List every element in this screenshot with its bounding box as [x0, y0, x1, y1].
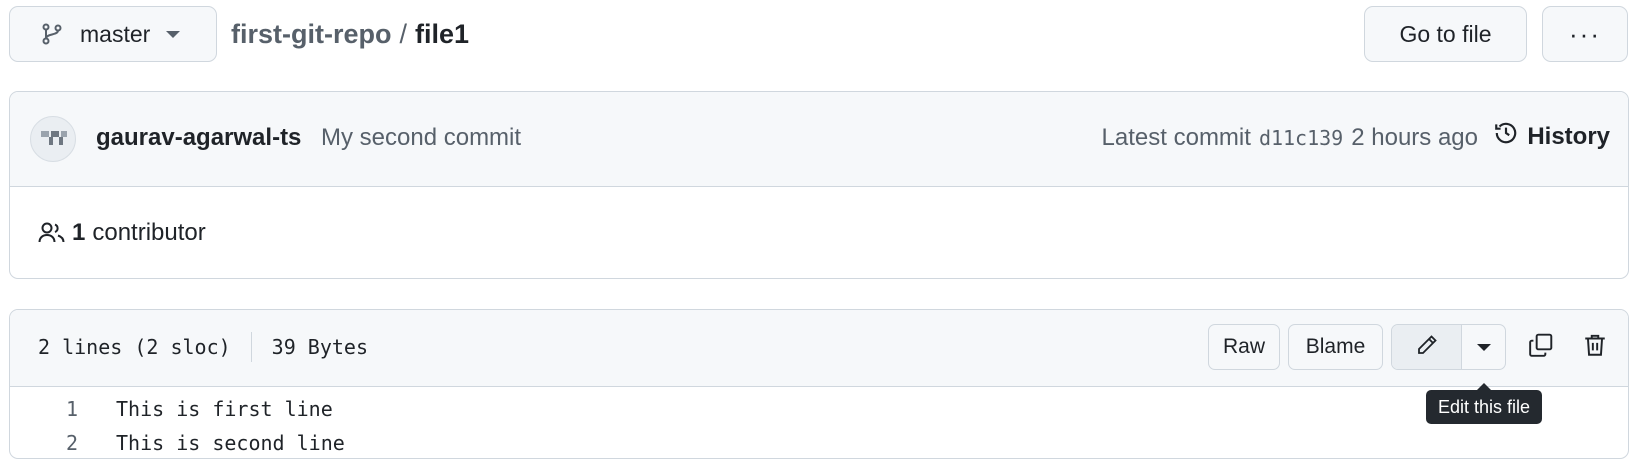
history-icon: [1493, 120, 1519, 153]
chevron-down-icon: [166, 30, 181, 38]
code-line: 1 This is first line: [10, 392, 1628, 426]
line-count: 2 lines (2 sloc): [38, 335, 231, 359]
edit-button-group: [1391, 324, 1506, 370]
code-line: 2 This is second line: [10, 426, 1628, 458]
breadcrumb-repo-link[interactable]: first-git-repo: [231, 19, 391, 50]
file-info: 2 lines (2 sloc) 39 Bytes: [38, 332, 368, 362]
breadcrumb-file-name: file1: [415, 18, 470, 49]
copy-icon: [1528, 332, 1554, 363]
delete-file-button[interactable]: [1580, 332, 1610, 362]
commit-time: 2 hours ago: [1351, 124, 1478, 151]
commit-sha-link[interactable]: d11c139: [1259, 126, 1343, 150]
people-icon: [38, 221, 66, 245]
latest-commit-row: gaurav-agarwal-ts My second commit Lates…: [10, 92, 1628, 187]
go-to-file-button[interactable]: Go to file: [1364, 6, 1527, 62]
raw-button[interactable]: Raw: [1208, 324, 1280, 370]
file-viewer: 2 lines (2 sloc) 39 Bytes Raw Blame 1 Th…: [9, 309, 1629, 459]
commit-author-link[interactable]: gaurav-agarwal-ts: [96, 124, 301, 152]
file-header: 2 lines (2 sloc) 39 Bytes Raw Blame: [10, 310, 1628, 387]
latest-commit-label: Latest commit: [1101, 124, 1251, 151]
file-size: 39 Bytes: [271, 335, 368, 359]
code-view: 1 This is first line 2 This is second li…: [10, 387, 1628, 458]
edit-tooltip: Edit this file: [1426, 383, 1543, 424]
contributor-label: contributor: [92, 219, 206, 246]
history-label: History: [1527, 122, 1610, 150]
contributors-row[interactable]: 1 contributor: [10, 187, 1628, 278]
commit-message-link[interactable]: My second commit: [321, 124, 521, 152]
trash-icon: [1582, 332, 1608, 363]
contributor-count: 1: [72, 219, 86, 246]
line-number[interactable]: 1: [10, 397, 82, 421]
avatar[interactable]: [30, 116, 76, 162]
copy-raw-button[interactable]: [1526, 332, 1556, 362]
breadcrumb: first-git-repo / file1: [231, 14, 469, 54]
breadcrumb-separator: /: [399, 18, 407, 49]
blame-button[interactable]: Blame: [1288, 324, 1383, 370]
branch-label: master: [80, 20, 151, 47]
edit-options-dropdown[interactable]: [1462, 325, 1505, 369]
kebab-horizontal-icon: ···: [1569, 18, 1601, 49]
edit-file-button[interactable]: [1392, 325, 1462, 369]
pencil-icon: [1415, 333, 1439, 362]
divider: [250, 332, 252, 362]
history-link[interactable]: History: [1493, 120, 1610, 153]
more-options-button[interactable]: ···: [1542, 6, 1628, 62]
line-content: This is first line: [116, 397, 333, 421]
chevron-down-icon: [1476, 343, 1491, 351]
commit-box: gaurav-agarwal-ts My second commit Lates…: [9, 91, 1629, 279]
branch-select-button[interactable]: master: [9, 6, 217, 62]
line-number[interactable]: 2: [10, 431, 82, 455]
line-content: This is second line: [116, 431, 345, 455]
latest-commit-info: Latest commit d11c139 2 hours ago: [1102, 124, 1478, 152]
git-branch-icon: [40, 22, 64, 46]
